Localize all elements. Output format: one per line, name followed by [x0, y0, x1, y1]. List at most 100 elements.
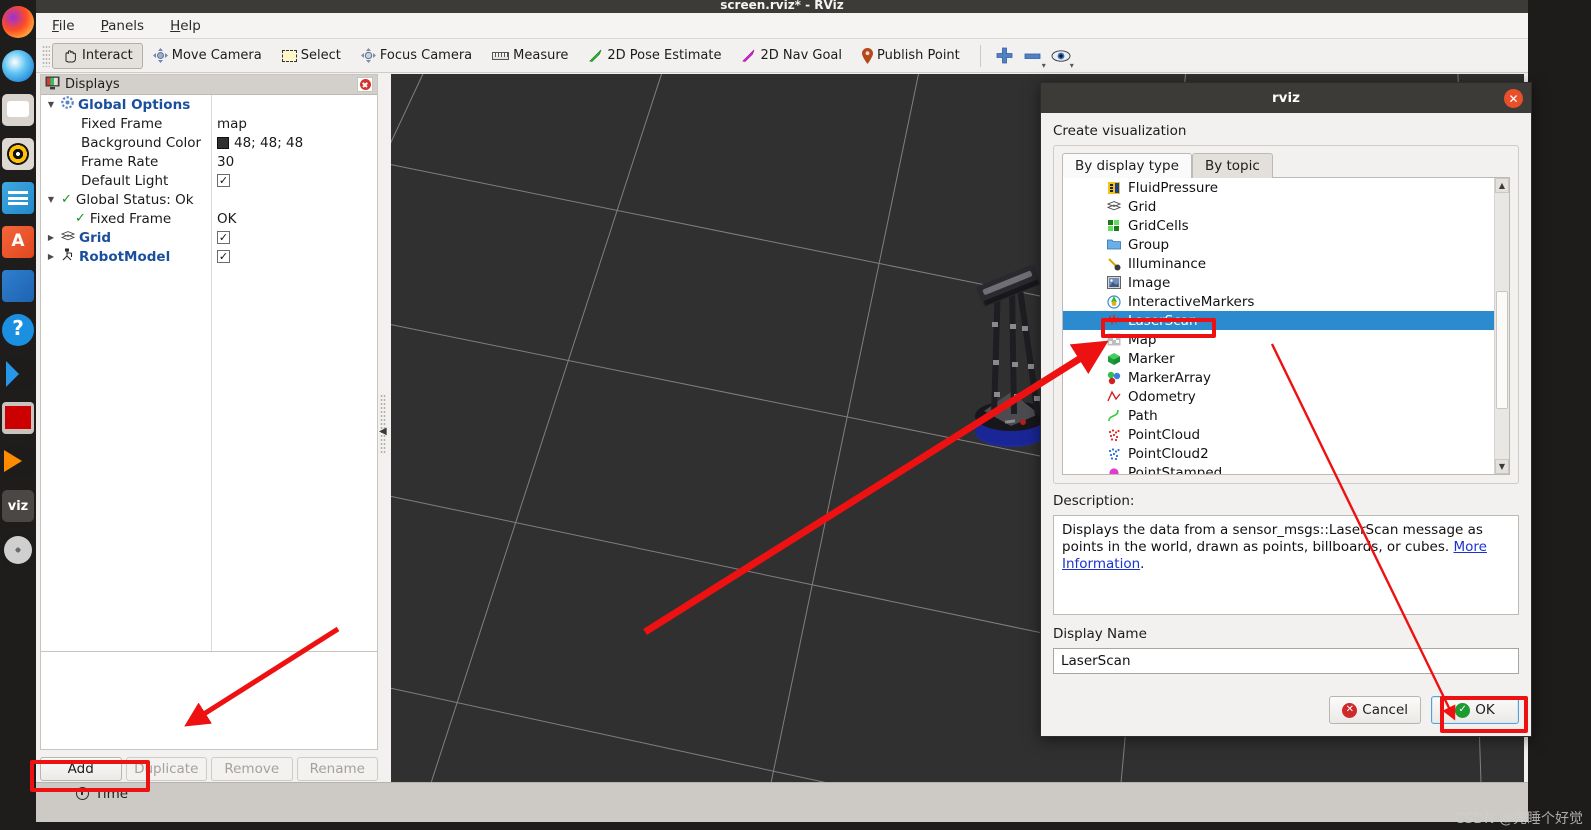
disc-drive-icon[interactable] [2, 534, 34, 566]
list-item[interactable]: Marker [1063, 349, 1509, 368]
add-button[interactable]: Add [40, 757, 122, 781]
property-row-default-light[interactable]: Default Light ✓ [41, 171, 377, 190]
tool-move-camera-button[interactable]: Move Camera [143, 43, 272, 69]
chevron-right-icon-2[interactable]: ▶ [45, 252, 57, 261]
list-item[interactable]: InteractiveMarkers [1063, 292, 1509, 311]
tool-measure-button[interactable]: Measure [482, 43, 578, 69]
property-label: Default Light [81, 172, 169, 189]
property-row-frame-rate[interactable]: Frame Rate 30 [41, 152, 377, 171]
list-item[interactable]: PointCloud [1063, 425, 1509, 444]
chevron-down-icon[interactable]: ▼ [45, 100, 57, 109]
vscode-icon[interactable] [2, 358, 34, 390]
tool-select-button[interactable]: Select [272, 43, 351, 69]
list-item[interactable]: Illuminance [1063, 254, 1509, 273]
list-item[interactable]: Odometry [1063, 387, 1509, 406]
files-icon[interactable] [2, 94, 34, 126]
tool-interact-button[interactable]: Interact [52, 42, 143, 69]
markerarray-icon [1107, 371, 1121, 385]
display-type-list[interactable]: FluidPressure Grid GridCells Group Illum… [1062, 177, 1510, 475]
tab-by-display-type[interactable]: By display type [1062, 153, 1192, 178]
rename-button[interactable]: Rename [296, 757, 378, 781]
dialog-titlebar: rviz ✕ [1041, 83, 1531, 113]
panel-splitter[interactable]: ◀ [379, 74, 387, 783]
list-item-label: PointCloud [1128, 426, 1201, 443]
cancel-button[interactable]: ✕ Cancel [1329, 696, 1421, 724]
list-item[interactable]: MarkerArray [1063, 368, 1509, 387]
chevron-down-icon-2[interactable]: ▼ [45, 195, 57, 204]
rhythmbox-icon[interactable] [2, 138, 34, 170]
scrollbar-thumb[interactable] [1496, 291, 1508, 409]
rviz-icon[interactable]: viz [2, 490, 34, 522]
menu-help[interactable]: Help [166, 16, 205, 36]
property-value: map [217, 115, 247, 132]
dialog-tabs: By display type By topic [1062, 152, 1510, 178]
ok-button[interactable]: ✓ OK [1431, 696, 1519, 724]
terminal-icon[interactable] [2, 402, 34, 434]
scrollbar-track[interactable] [1495, 193, 1509, 459]
folder-icon [1107, 238, 1121, 252]
visibility-eye-icon[interactable]: ▾ [1047, 43, 1075, 70]
tool-2d-nav-goal-button[interactable]: 2D Nav Goal [731, 43, 852, 69]
magenta-arrow-icon [741, 48, 756, 63]
chevron-right-icon[interactable]: ▶ [45, 233, 57, 242]
list-item[interactable]: Map [1063, 330, 1509, 349]
tool-2d-pose-estimate-button[interactable]: 2D Pose Estimate [578, 43, 731, 69]
property-label: Fixed Frame [81, 115, 163, 132]
close-icon[interactable] [357, 77, 373, 92]
tool-publish-point-button[interactable]: Publish Point [852, 43, 970, 69]
scroll-up-icon[interactable]: ▲ [1495, 178, 1509, 193]
display-name-input[interactable]: LaserScan [1053, 648, 1519, 674]
hand-icon [62, 49, 78, 63]
display-type-list-scrollbar[interactable]: ▲ ▼ [1494, 178, 1509, 474]
checkbox-grid[interactable]: ✓ [217, 231, 230, 244]
list-item[interactable]: Image [1063, 273, 1509, 292]
property-row-global-options[interactable]: ▼ Global Options [41, 95, 377, 114]
dialog-close-icon[interactable]: ✕ [1504, 89, 1523, 108]
remove-tool-icon[interactable]: ▾ [1019, 43, 1047, 70]
grid-icon [1106, 200, 1122, 214]
display-name-label: Display Name [1053, 626, 1147, 642]
checkbox-default-light[interactable]: ✓ [217, 174, 230, 187]
list-item[interactable]: Grid [1063, 197, 1509, 216]
list-item[interactable]: PointCloud2 [1063, 444, 1509, 463]
duplicate-button[interactable]: Duplicate [125, 757, 207, 781]
menu-file[interactable]: File [48, 16, 79, 36]
odometry-icon [1107, 389, 1121, 404]
displays-property-tree: ▼ Global Options Fixed Frame map Backgro… [41, 95, 377, 731]
splitter-grip[interactable] [380, 394, 386, 454]
libreoffice-calc-icon[interactable] [2, 270, 34, 302]
add-tool-icon[interactable] [991, 43, 1019, 69]
remove-button[interactable]: Remove [211, 757, 293, 781]
tab-by-topic[interactable]: By topic [1191, 153, 1273, 178]
list-item-label: PointCloud2 [1128, 445, 1209, 462]
pycharm-icon[interactable] [2, 446, 34, 478]
property-row-fixed-frame[interactable]: Fixed Frame map [41, 114, 377, 133]
thunderbird-icon[interactable] [2, 50, 34, 82]
property-row-grid[interactable]: ▶ Grid ✓ [41, 228, 377, 247]
menu-panels[interactable]: Panels [97, 16, 148, 36]
scroll-down-icon[interactable]: ▼ [1495, 459, 1509, 474]
list-item-label: LaserScan [1128, 312, 1198, 329]
property-row-global-status[interactable]: ▼ ✓ Global Status: Ok [41, 190, 377, 209]
property-row-background-color[interactable]: Background Color 48; 48; 48 [41, 133, 377, 152]
checkbox-robotmodel[interactable]: ✓ [217, 250, 230, 263]
firefox-icon[interactable] [2, 6, 34, 38]
libreoffice-writer-icon[interactable] [2, 182, 34, 214]
list-item-label: MarkerArray [1128, 369, 1212, 386]
pointcloud2-icon [1107, 447, 1121, 461]
list-item[interactable]: Group [1063, 235, 1509, 254]
tool-select-label: Select [300, 48, 341, 63]
help-icon[interactable] [2, 314, 34, 346]
list-item-laserscan[interactable]: LaserScan [1063, 311, 1509, 330]
cancel-x-icon: ✕ [1342, 702, 1358, 718]
list-item[interactable]: FluidPressure [1063, 178, 1509, 197]
property-row-robotmodel[interactable]: ▶ RobotModel ✓ [41, 247, 377, 266]
libreoffice-impress-icon[interactable] [2, 226, 34, 258]
tool-focus-camera-button[interactable]: Focus Camera [351, 43, 482, 69]
list-item[interactable]: Path [1063, 406, 1509, 425]
list-item[interactable]: PointStamped [1063, 463, 1509, 474]
list-item[interactable]: GridCells [1063, 216, 1509, 235]
property-row-status-fixed-frame[interactable]: ✓ Fixed Frame OK [41, 209, 377, 228]
collapse-left-icon[interactable]: ◀ [379, 426, 387, 437]
toolbar-grip[interactable] [42, 44, 50, 67]
